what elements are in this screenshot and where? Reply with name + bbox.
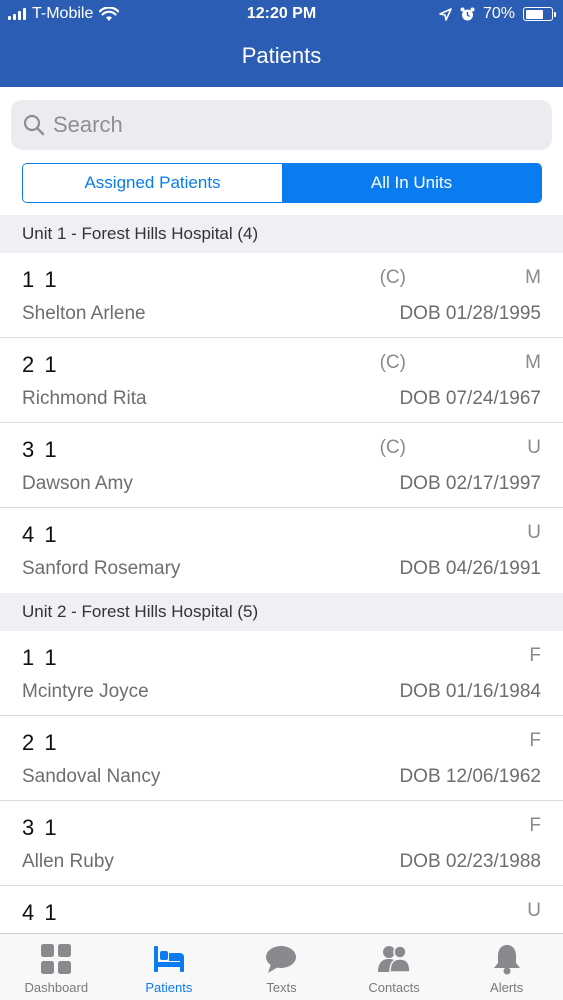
tab-texts[interactable]: Texts [225,934,338,1000]
patient-row[interactable]: 1 1 F Mcintyre Joyce DOB 01/16/1984 [0,631,563,716]
patient-flag: (C) [379,352,406,373]
patient-flag: (C) [379,437,406,458]
battery-icon [523,7,556,21]
section-header-unit-2: Unit 2 - Forest Hills Hospital (5) [0,593,563,631]
chat-bubble-icon [266,946,297,973]
patients-filter-segmented-control: Assigned Patients All In Units [22,163,542,203]
patient-dob: DOB 02/23/1988 [399,851,541,872]
tab-label: Contacts [368,980,420,995]
room-number: 3 1 [22,815,59,840]
tab-dashboard[interactable]: Dashboard [0,934,113,1000]
patient-dob: DOB 04/26/1991 [399,558,541,579]
status-right: 70% [439,5,556,23]
bell-icon [493,945,520,975]
search-icon [23,114,45,136]
tab-label: Alerts [490,980,524,995]
tab-label: Texts [266,980,297,995]
battery-percent: 70% [482,5,515,22]
patient-gender: F [529,815,541,836]
tab-label: Dashboard [24,980,89,995]
patient-row[interactable]: 1 1 (C) M Shelton Arlene DOB 01/28/1995 [0,253,563,338]
patient-gender: M [525,352,541,373]
patient-gender: F [529,645,541,666]
patient-gender: U [527,522,541,543]
patient-name: Allen Ruby [22,851,114,872]
patient-name: Sandoval Nancy [22,766,161,787]
patient-gender: U [527,900,541,921]
segment-assigned-patients[interactable]: Assigned Patients [23,164,282,202]
patient-name: Richmond Rita [22,388,147,409]
patient-row[interactable]: 4 1 U Sanford Rosemary DOB 04/26/1991 [0,508,563,593]
patient-dob: DOB 12/06/1962 [399,766,541,787]
room-number: 4 1 [22,900,59,925]
search-bar[interactable] [11,100,552,150]
patient-row[interactable]: 2 1 (C) M Richmond Rita DOB 07/24/1967 [0,338,563,423]
patient-name: Shelton Arlene [22,303,146,324]
patient-row[interactable]: 4 1 U [0,886,563,933]
status-bar: T-Mobile 12:20 PM 70% [0,0,563,30]
patient-name: Mcintyre Joyce [22,681,149,702]
patient-name: Sanford Rosemary [22,558,181,579]
room-number: 2 1 [22,730,59,755]
location-arrow-icon [439,7,452,21]
patient-row[interactable]: 3 1 F Allen Ruby DOB 02/23/1988 [0,801,563,886]
patient-gender: M [525,267,541,288]
battery-fill [525,9,543,19]
tab-alerts[interactable]: Alerts [450,934,563,1000]
search-input[interactable] [53,112,513,138]
segment-all-in-units[interactable]: All In Units [282,164,541,202]
patient-name: Dawson Amy [22,473,133,494]
patient-flag: (C) [379,267,406,288]
patient-row[interactable]: 2 1 F Sandoval Nancy DOB 12/06/1962 [0,716,563,801]
patient-gender: U [527,437,541,458]
room-number: 3 1 [22,437,59,462]
room-number: 2 1 [22,352,59,377]
page-title: Patients [241,43,322,68]
room-number: 4 1 [22,522,59,547]
room-number: 1 1 [22,645,59,670]
patient-dob: DOB 07/24/1967 [399,388,541,409]
tab-bar: Dashboard Patients Texts Contacts Alerts [0,933,563,1000]
section-header-unit-1: Unit 1 - Forest Hills Hospital (4) [0,215,563,253]
tab-patients[interactable]: Patients [113,934,226,1000]
dashboard-icon [41,944,72,974]
contacts-icon [378,945,411,973]
tab-label: Patients [145,980,193,995]
bed-icon [153,946,184,972]
patient-list[interactable]: Unit 1 - Forest Hills Hospital (4) 1 1 (… [0,215,563,933]
alarm-clock-icon [460,7,475,20]
patient-dob: DOB 01/28/1995 [399,303,541,324]
patient-row[interactable]: 3 1 (C) U Dawson Amy DOB 02/17/1997 [0,423,563,508]
room-number: 1 1 [22,267,59,292]
patient-gender: F [529,730,541,751]
tab-contacts[interactable]: Contacts [338,934,451,1000]
patient-dob: DOB 01/16/1984 [399,681,541,702]
patient-dob: DOB 02/17/1997 [399,473,541,494]
nav-header: T-Mobile 12:20 PM 70% Patients [0,0,563,87]
